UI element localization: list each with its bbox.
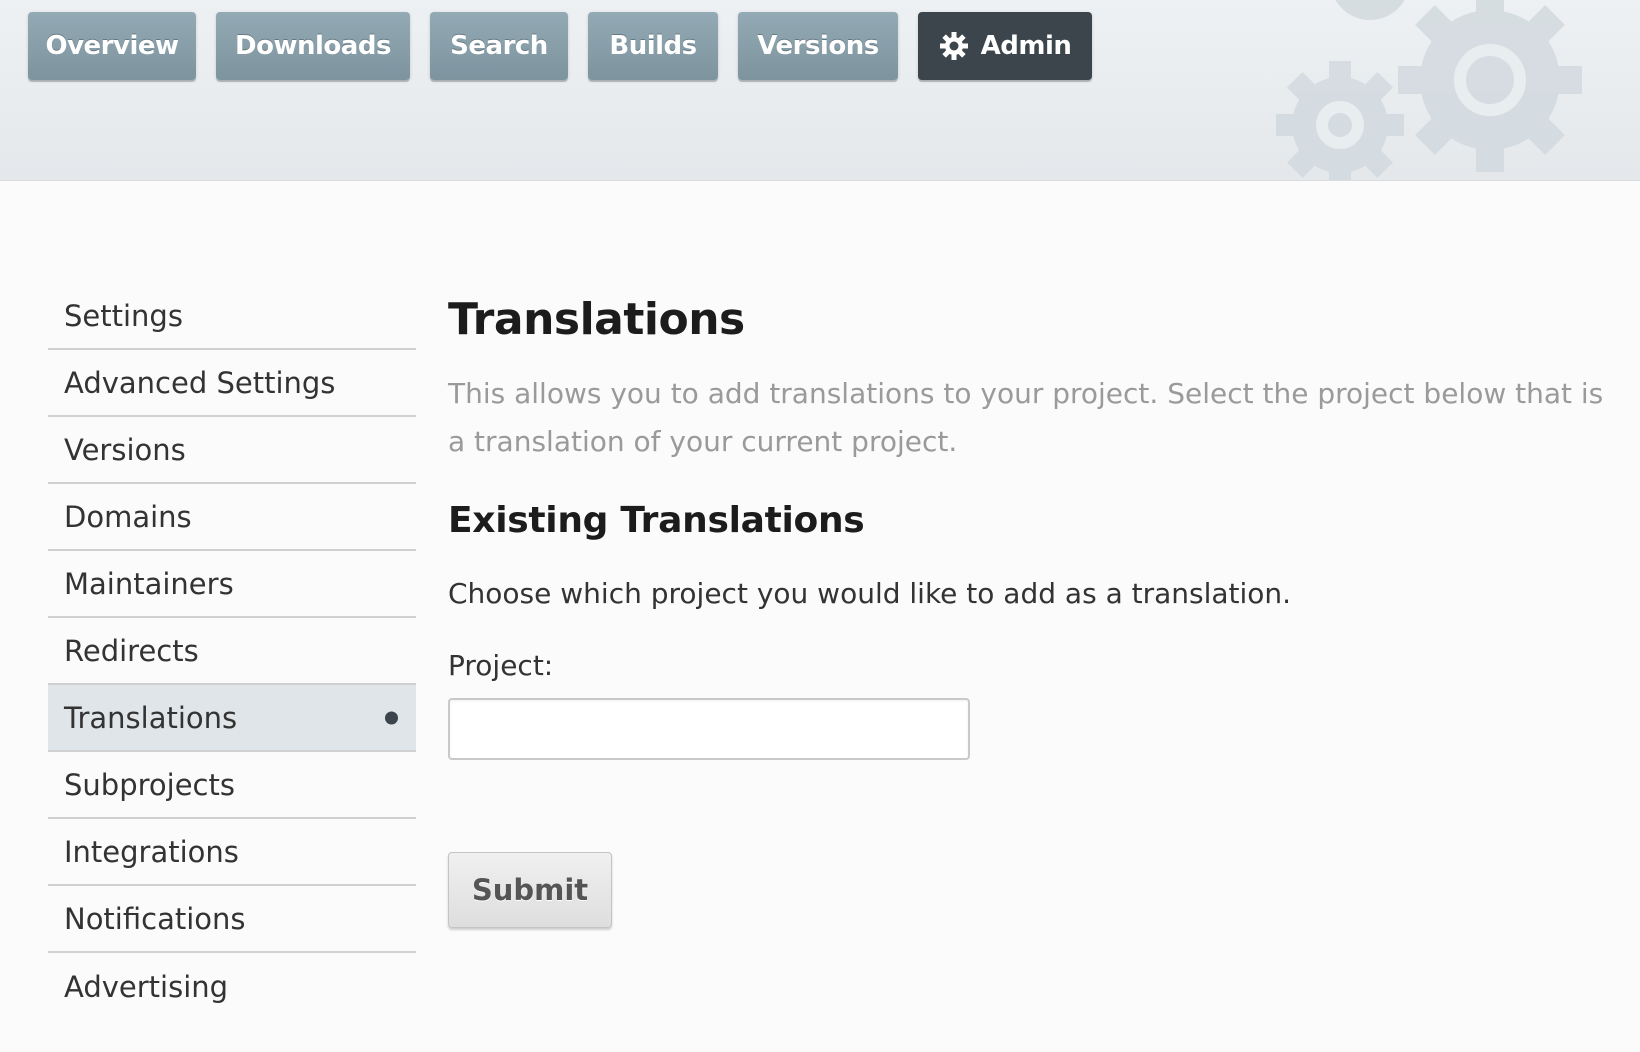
tab-search-label: Search xyxy=(450,31,548,61)
sidebar-item-label: Advanced Settings xyxy=(64,365,336,400)
project-input[interactable] xyxy=(448,698,970,760)
active-indicator-dot xyxy=(385,711,398,724)
sidebar-item-notifications[interactable]: Notifications xyxy=(48,886,416,953)
tab-admin[interactable]: Admin xyxy=(918,12,1092,80)
tab-overview-label: Overview xyxy=(45,31,179,61)
page-title: Translations xyxy=(448,294,745,345)
tab-downloads[interactable]: Downloads xyxy=(216,12,410,80)
sidebar-item-label: Redirects xyxy=(64,633,199,668)
sidebar-item-settings[interactable]: Settings xyxy=(48,283,416,350)
gear-icon xyxy=(939,31,969,61)
sidebar-item-subprojects[interactable]: Subprojects xyxy=(48,752,416,819)
tab-builds[interactable]: Builds xyxy=(588,12,718,80)
sidebar-item-redirects[interactable]: Redirects xyxy=(48,618,416,685)
tab-builds-label: Builds xyxy=(609,31,697,61)
gears-decoration-icon xyxy=(1276,0,1582,180)
tab-versions[interactable]: Versions xyxy=(738,12,898,80)
sidebar-item-versions[interactable]: Versions xyxy=(48,417,416,484)
sidebar-item-label: Maintainers xyxy=(64,566,234,601)
section-title: Existing Translations xyxy=(448,500,865,541)
intro-text: This allows you to add translations to y… xyxy=(448,377,1604,458)
sidebar-item-domains[interactable]: Domains xyxy=(48,484,416,551)
sidebar-item-label: Notifications xyxy=(64,901,246,936)
sidebar-item-label: Integrations xyxy=(64,834,239,869)
submit-button[interactable]: Submit xyxy=(448,852,612,928)
sidebar-item-label: Settings xyxy=(64,298,183,333)
main-content: Translations This allows you to add tran… xyxy=(448,290,1608,928)
tab-downloads-label: Downloads xyxy=(235,31,391,61)
sidebar-item-label: Subprojects xyxy=(64,767,235,802)
sidebar-item-label: Translations xyxy=(64,700,238,735)
project-field-label: Project: xyxy=(448,649,554,682)
tab-versions-label: Versions xyxy=(757,31,879,61)
instructions-text: Choose which project you would like to a… xyxy=(448,577,1292,610)
tab-overview[interactable]: Overview xyxy=(28,12,196,80)
header-band: Overview Downloads Search Builds Version… xyxy=(0,0,1640,181)
sidebar-item-translations[interactable]: Translations xyxy=(48,685,416,752)
sidebar-item-label: Versions xyxy=(64,432,186,467)
sidebar-item-label: Advertising xyxy=(64,969,229,1004)
sidebar-item-maintainers[interactable]: Maintainers xyxy=(48,551,416,618)
tab-admin-label: Admin xyxy=(980,31,1072,61)
sidebar-item-advanced-settings[interactable]: Advanced Settings xyxy=(48,350,416,417)
tab-search[interactable]: Search xyxy=(430,12,568,80)
sidebar-item-integrations[interactable]: Integrations xyxy=(48,819,416,886)
sidebar-item-label: Domains xyxy=(64,499,192,534)
admin-sidebar: Settings Advanced Settings Versions Doma… xyxy=(48,283,416,1020)
sidebar-item-advertising[interactable]: Advertising xyxy=(48,953,416,1020)
